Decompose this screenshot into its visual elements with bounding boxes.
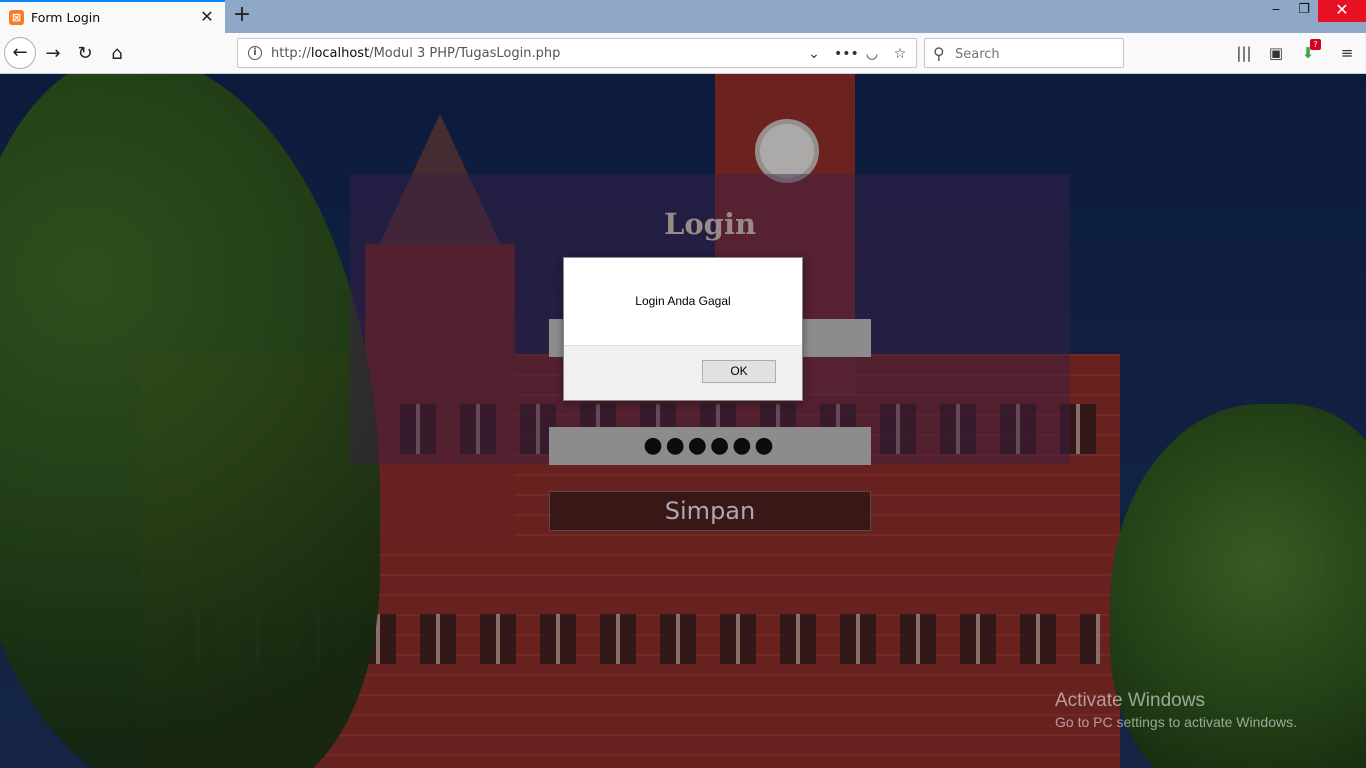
minimize-icon[interactable]: ‒ xyxy=(1262,0,1290,22)
back-icon[interactable]: ← xyxy=(4,37,36,69)
url-path: /Modul 3 PHP/TugasLogin.php xyxy=(369,46,561,61)
chevron-down-icon[interactable]: ⌄ xyxy=(804,44,824,64)
watermark-line2: Go to PC settings to activate Windows. xyxy=(1055,714,1297,730)
login-title: Login xyxy=(663,207,757,241)
simpan-button[interactable]: Simpan xyxy=(549,491,871,531)
password-value: ●●●●●● xyxy=(643,433,777,458)
close-icon[interactable]: ✕ xyxy=(199,8,215,26)
library-icon[interactable]: ||| xyxy=(1233,42,1255,64)
search-bar[interactable]: ⚲ xyxy=(924,38,1124,68)
bookmark-star-icon[interactable]: ☆ xyxy=(890,44,910,64)
watermark-line1: Activate Windows xyxy=(1055,690,1205,711)
alert-dialog: Login Anda Gagal OK xyxy=(563,257,803,401)
url-bar[interactable]: i http://localhost/Modul 3 PHP/TugasLogi… xyxy=(237,38,917,68)
pocket-icon[interactable]: ◡ xyxy=(862,44,882,64)
search-icon: ⚲ xyxy=(933,44,945,63)
tab-title: Form Login xyxy=(31,10,101,25)
download-icon[interactable]: ⬇? xyxy=(1297,39,1321,64)
home-icon[interactable]: ⌂ xyxy=(102,39,132,69)
more-icon[interactable]: ••• xyxy=(834,44,859,64)
ok-button[interactable]: OK xyxy=(702,360,776,383)
alert-message: Login Anda Gagal xyxy=(635,294,731,308)
tab-form-login[interactable]: ⊠ Form Login ✕ xyxy=(0,0,225,33)
tab-strip: ⊠ Form Login ✕ + ‒ ❐ ✕ xyxy=(0,0,1366,33)
page-content: Login ●●●●●● Simpan Activate Windows Go … xyxy=(0,74,1366,768)
restore-icon[interactable]: ❐ xyxy=(1290,0,1318,22)
downloads-badge: ? xyxy=(1310,39,1321,50)
url-prefix: http:// xyxy=(271,46,311,61)
windows-watermark: Activate Windows Go to PC settings to ac… xyxy=(1055,690,1297,730)
nav-toolbar: ← → ↻ ⌂ i http://localhost/Modul 3 PHP/T… xyxy=(0,33,1366,74)
window-close-icon[interactable]: ✕ xyxy=(1318,0,1366,22)
reload-icon[interactable]: ↻ xyxy=(70,39,100,69)
alert-footer: OK xyxy=(564,345,802,400)
forward-icon[interactable]: → xyxy=(38,39,68,69)
url-host: localhost xyxy=(310,46,370,61)
url-text[interactable]: http://localhost/Modul 3 PHP/TugasLogin.… xyxy=(271,46,560,61)
xampp-favicon: ⊠ xyxy=(9,10,24,25)
menu-icon[interactable]: ≡ xyxy=(1336,42,1358,64)
search-input[interactable] xyxy=(955,44,1115,64)
plus-icon[interactable]: + xyxy=(230,4,254,28)
info-icon[interactable]: i xyxy=(248,46,262,60)
sidebar-icon[interactable]: ▣ xyxy=(1265,42,1287,64)
